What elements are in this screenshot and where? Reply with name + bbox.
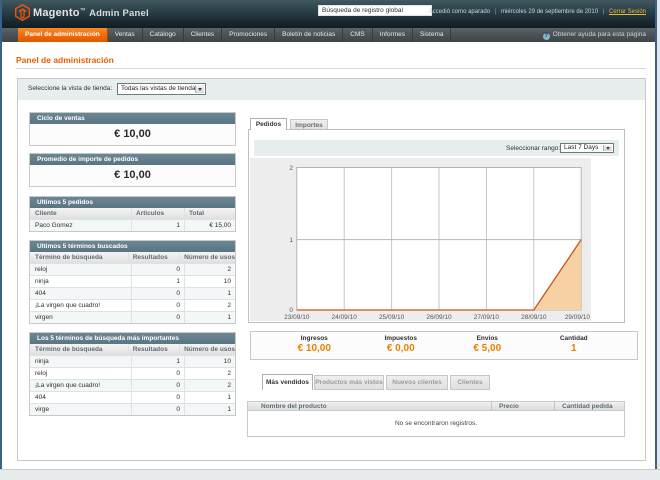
svg-text:23/09/10: 23/09/10 <box>284 314 310 321</box>
svg-text:27/09/10: 27/09/10 <box>474 314 500 321</box>
svg-text:28/09/10: 28/09/10 <box>521 314 547 321</box>
svg-text:24/09/10: 24/09/10 <box>332 314 358 321</box>
svg-text:2: 2 <box>289 165 293 172</box>
svg-text:29/09/10: 29/09/10 <box>565 314 591 321</box>
svg-text:26/09/10: 26/09/10 <box>426 314 452 321</box>
svg-text:25/09/10: 25/09/10 <box>379 314 405 321</box>
svg-text:1: 1 <box>289 237 293 244</box>
svg-text:0: 0 <box>289 307 293 314</box>
